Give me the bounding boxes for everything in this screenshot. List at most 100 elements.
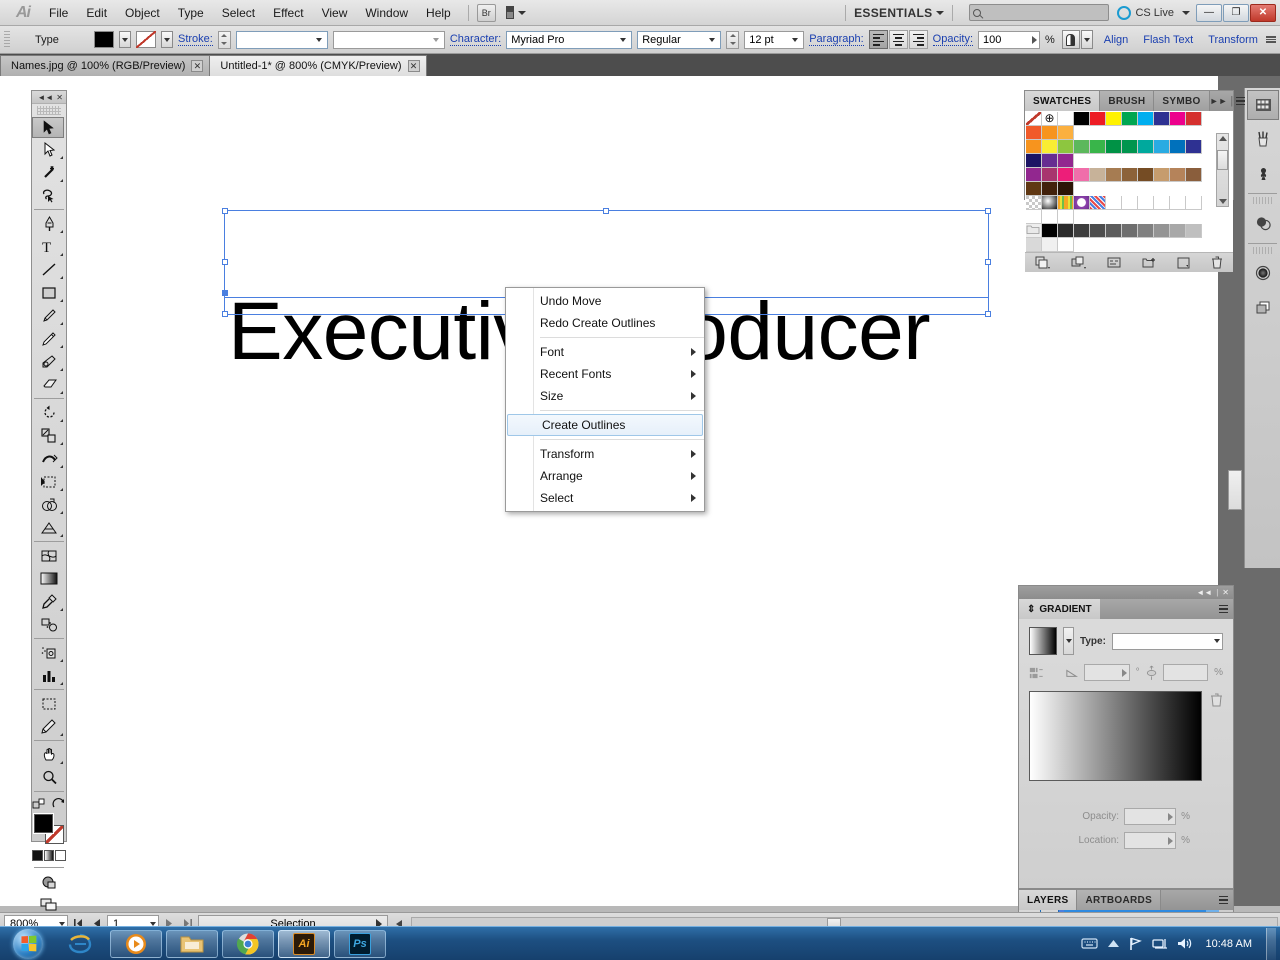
- font-size-spinner[interactable]: [726, 31, 739, 49]
- font-family-combo[interactable]: Myriad Pro: [506, 31, 632, 49]
- toolbox-header[interactable]: ◄◄ ✕: [32, 91, 66, 104]
- menu-window[interactable]: Window: [356, 2, 417, 24]
- toolbox-grip[interactable]: [37, 106, 61, 115]
- taskbar-windows-media-player[interactable]: [110, 930, 162, 958]
- taskbar-internet-explorer[interactable]: [54, 930, 106, 958]
- swatch-pattern-checker[interactable]: [1026, 196, 1042, 210]
- show-hidden-icons-icon[interactable]: [1108, 940, 1119, 947]
- close-icon[interactable]: ✕: [1222, 588, 1229, 597]
- cs-live-button[interactable]: CS Live: [1117, 6, 1190, 20]
- swatch-pattern-stripes[interactable]: [1058, 196, 1074, 210]
- tab-brushes[interactable]: BRUSH: [1100, 91, 1154, 111]
- mesh-tool[interactable]: [32, 544, 66, 567]
- stroke-weight-spinner[interactable]: [218, 31, 231, 49]
- type-tool[interactable]: T: [32, 235, 66, 258]
- menu-object[interactable]: Object: [116, 2, 169, 24]
- artboard-tool[interactable]: [32, 692, 66, 715]
- swatch[interactable]: [1138, 112, 1154, 126]
- gradient-tool[interactable]: [32, 567, 66, 590]
- gradient-fill-swatch[interactable]: [1029, 627, 1057, 655]
- network-icon[interactable]: [1152, 937, 1167, 950]
- swatches-row-4[interactable]: [1026, 196, 1202, 224]
- swatches-row-3[interactable]: [1026, 168, 1202, 196]
- blending-mode-dropdown[interactable]: [1081, 30, 1093, 49]
- perspective-grid-tool[interactable]: [32, 516, 66, 539]
- none-button[interactable]: [55, 850, 66, 861]
- trash-icon[interactable]: [1210, 693, 1223, 707]
- menu-view[interactable]: View: [313, 2, 357, 24]
- swatches-row-5[interactable]: [1026, 224, 1202, 252]
- fill-color-swatch[interactable]: [94, 31, 114, 48]
- brushes-dock-icon[interactable]: [1245, 122, 1280, 156]
- close-icon[interactable]: ✕: [408, 60, 420, 72]
- stroke-color-swatch[interactable]: [136, 31, 156, 48]
- gradient-angle-input[interactable]: [1084, 664, 1129, 681]
- collapse-icon[interactable]: ►►: [1210, 96, 1228, 106]
- menu-effect[interactable]: Effect: [264, 2, 312, 24]
- layers-dock-icon[interactable]: [1245, 290, 1280, 324]
- scroll-down-icon[interactable]: [1219, 199, 1227, 204]
- new-color-group-icon[interactable]: [1142, 257, 1156, 269]
- tab-layers[interactable]: LAYERS: [1019, 890, 1077, 910]
- swatches-row-1[interactable]: [1026, 112, 1202, 140]
- shape-builder-tool[interactable]: [32, 493, 66, 516]
- swatch-library-menu-icon[interactable]: [1035, 256, 1050, 269]
- taskbar-adobe-photoshop[interactable]: Ps: [334, 930, 386, 958]
- swatch-gradient-radial[interactable]: [1042, 196, 1058, 210]
- stroke-color-dropdown[interactable]: [161, 31, 173, 48]
- font-size-combo[interactable]: 12 pt: [744, 31, 804, 49]
- workspace-chevron-down-icon[interactable]: [936, 11, 944, 15]
- scroll-up-icon[interactable]: [1219, 136, 1227, 141]
- fill-stroke-indicator[interactable]: [34, 814, 64, 844]
- panel-drag-handle-icon[interactable]: ⇕: [1027, 604, 1035, 615]
- context-menu-item-select[interactable]: Select: [506, 487, 704, 509]
- align-panel-link[interactable]: Align: [1104, 34, 1128, 46]
- action-center-flag-icon[interactable]: [1129, 937, 1142, 951]
- column-graph-tool[interactable]: [32, 664, 66, 687]
- gradient-button[interactable]: [44, 850, 55, 861]
- restore-button[interactable]: ❐: [1223, 4, 1249, 22]
- start-button[interactable]: [4, 928, 52, 960]
- panel-menu-icon[interactable]: [1219, 896, 1228, 905]
- close-button[interactable]: ✕: [1250, 4, 1276, 22]
- gradient-opacity-input[interactable]: [1124, 808, 1176, 825]
- pencil-tool[interactable]: [32, 327, 66, 350]
- gradient-presets-dropdown[interactable]: [1063, 627, 1074, 655]
- taskbar-windows-explorer[interactable]: [166, 930, 218, 958]
- new-swatch-icon[interactable]: [1177, 257, 1190, 269]
- gradient-location-input[interactable]: [1124, 832, 1176, 849]
- fill-color-indicator[interactable]: [34, 814, 53, 833]
- control-bar-menu-icon[interactable]: [1266, 36, 1276, 43]
- search-input[interactable]: [969, 4, 1109, 21]
- swatch-white[interactable]: [1058, 112, 1074, 126]
- selection-tool[interactable]: [32, 117, 64, 138]
- swatch[interactable]: [1058, 126, 1074, 140]
- swatches-scrollbar[interactable]: [1216, 133, 1229, 207]
- context-menu-item-undo-move[interactable]: Undo Move: [506, 290, 704, 312]
- swatch-none[interactable]: [1026, 112, 1042, 126]
- eyedropper-tool[interactable]: [32, 590, 66, 613]
- reverse-gradient-icon[interactable]: [1029, 666, 1044, 680]
- swatches-row-2[interactable]: [1026, 140, 1202, 168]
- workspace-switcher[interactable]: ESSENTIALS: [854, 6, 932, 20]
- gradient-slider-bar[interactable]: [1029, 691, 1202, 781]
- align-right-button[interactable]: [909, 30, 928, 49]
- keyboard-icon[interactable]: [1081, 938, 1098, 949]
- volume-icon[interactable]: [1177, 937, 1192, 950]
- context-menu-item-arrange[interactable]: Arrange: [506, 465, 704, 487]
- hand-tool[interactable]: [32, 743, 66, 766]
- rectangle-tool[interactable]: [32, 281, 66, 304]
- menu-select[interactable]: Select: [213, 2, 264, 24]
- magic-wand-tool[interactable]: [32, 161, 66, 184]
- taskbar-google-chrome[interactable]: [222, 930, 274, 958]
- bridge-icon[interactable]: Br: [477, 4, 496, 22]
- taskbar-adobe-illustrator[interactable]: Ai: [278, 930, 330, 958]
- opacity-label[interactable]: Opacity:: [933, 33, 973, 46]
- menu-help[interactable]: Help: [417, 2, 460, 24]
- menu-file[interactable]: File: [40, 2, 77, 24]
- swatch[interactable]: [1090, 112, 1106, 126]
- show-swatch-kinds-menu-icon[interactable]: [1071, 256, 1086, 269]
- fill-color-dropdown[interactable]: [119, 31, 131, 48]
- context-menu-item-create-outlines[interactable]: Create Outlines: [507, 414, 703, 436]
- tab-symbols[interactable]: SYMBO: [1154, 91, 1209, 111]
